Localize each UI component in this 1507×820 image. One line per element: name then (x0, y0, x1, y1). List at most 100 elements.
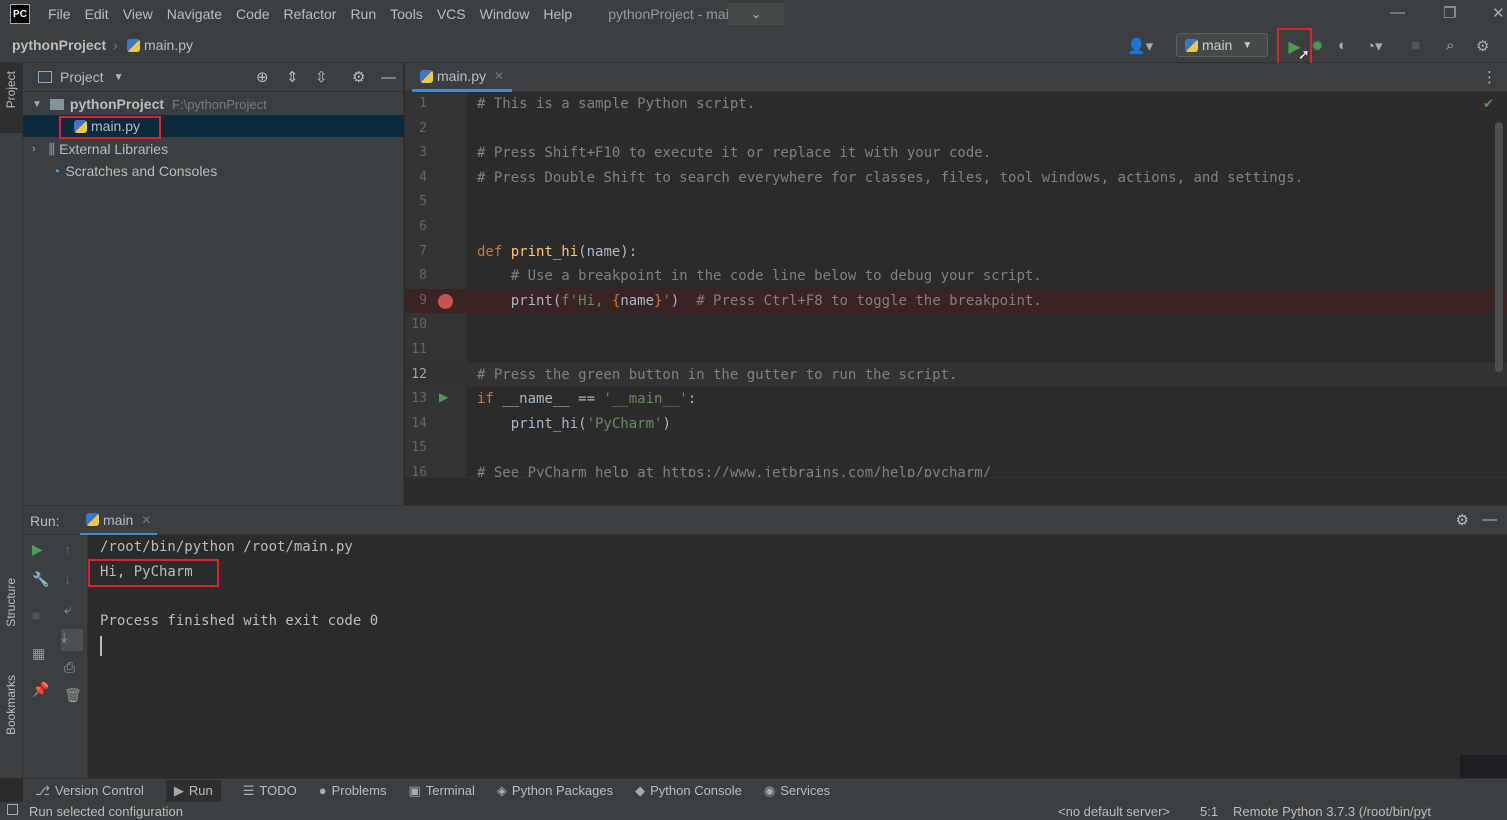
tab-main-py[interactable]: main.py ✕ (412, 63, 513, 92)
menu-navigate[interactable]: Navigate (167, 6, 222, 22)
rerun-icon[interactable]: ▶ (32, 541, 43, 558)
soft-wrap-icon[interactable]: ⤶ (64, 601, 72, 618)
bottom-tab-services[interactable]: ◉ Services (764, 783, 830, 799)
main-menu: File Edit View Navigate Code Refactor Run Tools… (48, 6, 586, 22)
code-text: # Use a breakpoint in the code line belo… (477, 264, 1042, 289)
line-number: 10 (411, 317, 427, 333)
gear-icon[interactable]: ⚙ (1456, 511, 1469, 529)
chevron-down-icon[interactable]: ⌄ (728, 3, 785, 25)
code-token: print_hi (510, 243, 579, 260)
debug-icon[interactable]: ✹ (1311, 37, 1324, 55)
locate-icon[interactable]: ⊕ (256, 68, 269, 86)
code-token: # Press Ctrl+F8 to toggle the breakpoint… (696, 292, 1042, 309)
gear-icon[interactable]: ⚙ (352, 68, 365, 86)
coverage-icon[interactable]: ◐ (1338, 37, 1347, 54)
navigation-bar: pythonProject › main.py 👤▾ main ▼ ▶ ➚ ✹ … (0, 28, 1507, 66)
project-stripe-tab[interactable]: Project (0, 63, 23, 133)
bottom-tab-version-control[interactable]: ⎇ Version Control (35, 783, 144, 799)
arrow-up-icon[interactable]: ↑ (64, 541, 71, 557)
tree-item-main-py[interactable]: main.py (23, 115, 404, 139)
run-button[interactable]: ▶ ➚ (1277, 28, 1312, 66)
run-configuration-select[interactable]: main ▼ (1176, 33, 1268, 57)
stop-icon[interactable]: ■ (32, 607, 40, 623)
tree-item-external-libraries[interactable]: › ⫼ External Libraries (23, 138, 404, 160)
bottom-tab-terminal[interactable]: ▣ Terminal (409, 783, 475, 799)
code-token: ) (662, 415, 671, 432)
close-icon[interactable]: ✕ (1492, 4, 1505, 22)
bottom-tool-tabs: ⎇ Version Control ▶ Run ☰ TODO ● Problems ▣ Termi… (23, 778, 1507, 802)
menu-view[interactable]: View (123, 6, 153, 22)
stop-icon[interactable]: ■ (1411, 37, 1420, 54)
editor-tab-bar: main.py ✕ ⋮ (405, 63, 1507, 92)
search-icon[interactable]: ⌕ (1446, 37, 1454, 54)
chevron-down-icon[interactable]: ▼ (32, 99, 42, 110)
menu-vcs[interactable]: VCS (437, 6, 466, 22)
breakpoint-icon[interactable] (438, 293, 453, 309)
arrow-down-icon[interactable]: ↓ (64, 571, 71, 587)
console-line: Hi, PyCharm (100, 564, 193, 580)
menu-refactor[interactable]: Refactor (284, 6, 337, 22)
menu-window[interactable]: Window (480, 6, 530, 22)
profile-icon[interactable]: ◔▾ (1366, 37, 1383, 55)
code-line: 2 (405, 117, 1507, 142)
menu-tools[interactable]: Tools (390, 6, 423, 22)
python-interpreter[interactable]: Remote Python 3.7.3 (/root/bin/pyt (1233, 804, 1507, 819)
chevron-right-icon[interactable]: › (32, 143, 36, 155)
hide-icon[interactable]: — (1482, 511, 1497, 528)
hide-icon[interactable]: — (381, 69, 396, 86)
trash-icon[interactable]: 🗑 (64, 687, 82, 704)
menu-edit[interactable]: Edit (85, 6, 109, 22)
layout-icon[interactable]: ▦ (32, 645, 45, 662)
gutter-run-icon[interactable]: ▶ (439, 390, 448, 404)
close-icon[interactable]: ✕ (494, 69, 504, 83)
code-text: # This is a sample Python script. (477, 92, 755, 117)
services-icon: ◉ (763, 782, 776, 798)
menu-code[interactable]: Code (236, 6, 269, 22)
collapse-all-icon[interactable]: ⇳ (315, 68, 328, 86)
bottom-tab-label: Run (188, 782, 213, 798)
code-line: 15 (405, 436, 1507, 461)
packages-icon: ◈ (496, 782, 507, 798)
bottom-tab-label: TODO (259, 782, 297, 798)
bottom-tab-todo[interactable]: ☰ TODO (243, 783, 297, 799)
breadcrumb-project[interactable]: pythonProject (12, 37, 106, 53)
bottom-tab-python-packages[interactable]: ◈ Python Packages (497, 783, 613, 799)
bottom-tab-python-console[interactable]: ◆ Python Console (635, 783, 742, 799)
tree-root-project[interactable]: ▼ pythonProject F:\pythonProject (23, 93, 404, 115)
deployment-server[interactable]: <no default server> (1058, 804, 1170, 819)
bottom-tab-run[interactable]: ▶ Run (165, 779, 221, 802)
bookmarks-stripe-label[interactable]: Bookmarks (4, 675, 18, 735)
run-tab-main[interactable]: main ✕ (80, 506, 158, 536)
close-icon[interactable]: ✕ (141, 513, 151, 527)
user-icon[interactable]: 👤▾ (1127, 37, 1153, 55)
pycharm-logo: PC (10, 4, 30, 24)
terminal-icon: ▣ (408, 782, 421, 798)
minimize-icon[interactable]: — (1390, 4, 1405, 21)
editor-scrollbar[interactable] (1495, 122, 1503, 372)
status-toggle-icon[interactable] (7, 804, 18, 815)
structure-stripe-label[interactable]: Structure (4, 578, 18, 627)
bottom-tab-label: Python Console (650, 782, 742, 798)
expand-all-icon[interactable]: ⇕ (286, 68, 299, 86)
tree-item-scratches[interactable]: ◔ Scratches and Consoles (23, 160, 404, 182)
breadcrumb-file[interactable]: main.py (127, 37, 193, 53)
menu-file[interactable]: File (48, 6, 71, 22)
project-view-title[interactable]: Project (60, 69, 104, 85)
print-icon[interactable]: ⎙ (64, 659, 75, 676)
code-text: # Press Double Shift to search everywher… (477, 166, 1303, 191)
wrench-icon[interactable]: 🔧 (32, 571, 49, 588)
gear-icon[interactable]: ⚙ (1476, 37, 1489, 55)
bottom-tab-problems[interactable]: ● Problems (319, 783, 387, 798)
more-options-icon[interactable]: ⋮ (1482, 68, 1497, 86)
chevron-down-icon[interactable]: ▼ (114, 72, 124, 83)
caret-position[interactable]: 5:1 (1200, 804, 1218, 819)
run-console[interactable]: /root/bin/python /root/main.py Hi, PyCha… (88, 535, 1460, 778)
scroll-to-end-icon[interactable]: ⤓ (61, 629, 83, 651)
scratches-icon: ◔ (52, 163, 61, 179)
restore-icon[interactable]: ❐ (1443, 4, 1456, 22)
menu-help[interactable]: Help (543, 6, 572, 22)
pin-icon[interactable]: 📌 (32, 681, 49, 698)
menu-run[interactable]: Run (350, 6, 376, 22)
code-editor[interactable]: 1 # This is a sample Python script. 2 3 # Pr… (405, 92, 1507, 477)
code-token: def (477, 243, 511, 260)
